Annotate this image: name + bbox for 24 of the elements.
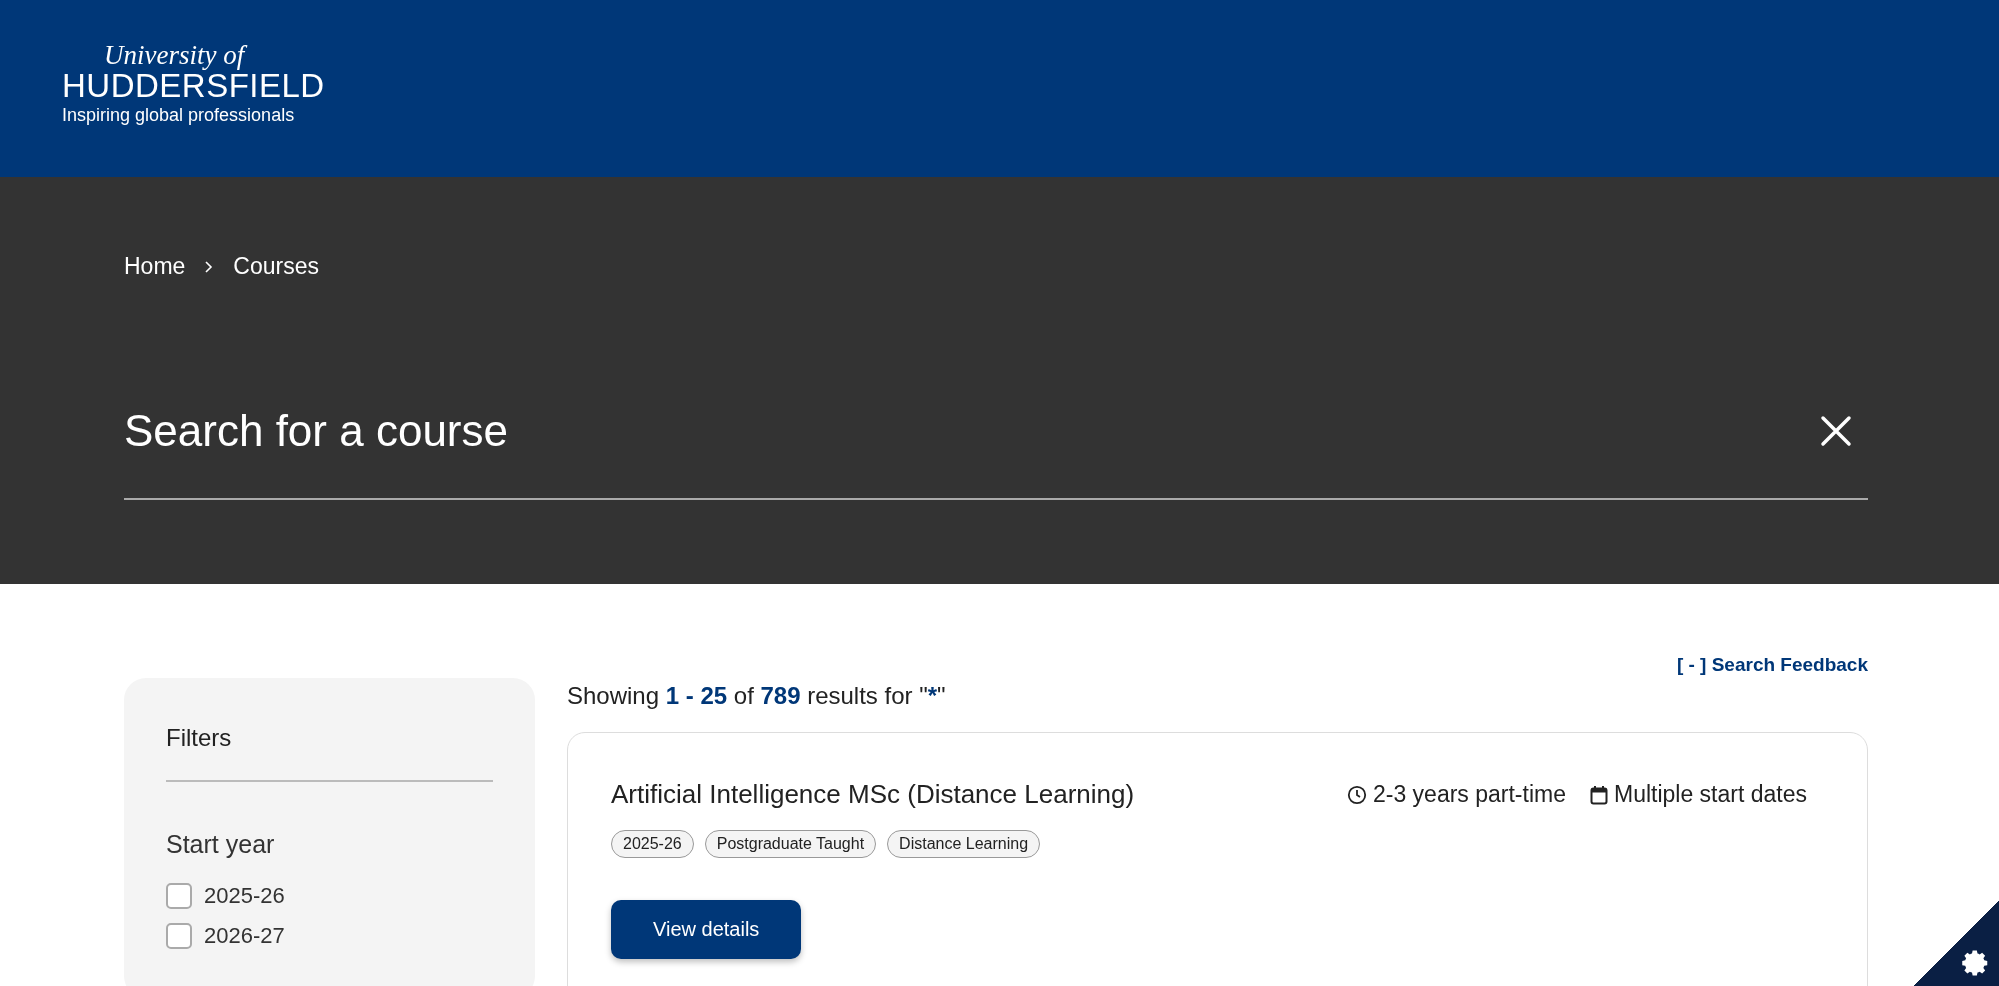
course-title: Artificial Intelligence MSc (Distance Learning): [611, 779, 1135, 810]
course-tag: Postgraduate Taught: [704, 830, 877, 858]
checkbox[interactable]: [166, 883, 192, 909]
search-feedback-link[interactable]: [ - ] Search Feedback: [1676, 654, 1868, 676]
results-summary: Showing 1 - 25 of 789 results for "*": [567, 682, 946, 710]
search-field[interactable]: Search for a course: [124, 406, 1820, 456]
course-tag: Distance Learning: [887, 830, 1041, 858]
chevron-icon: [205, 260, 214, 273]
logo-text: HUDDERSFIELD: [62, 69, 325, 104]
course-duration: 2-3 years part-time: [1372, 781, 1566, 808]
logo-tagline: Inspiring global professionals: [62, 103, 295, 127]
calendar-icon: [1589, 784, 1608, 805]
checkbox-label: 2025-26: [204, 883, 285, 909]
filters-title: Filters: [166, 724, 233, 752]
view-details-button[interactable]: View details: [611, 900, 802, 959]
close-icon[interactable]: [1820, 415, 1852, 447]
checkbox-label: 2026-27: [204, 923, 285, 949]
checkbox[interactable]: [166, 923, 192, 949]
clock-icon: [1346, 784, 1367, 805]
course-tag: 2025-26: [611, 830, 694, 858]
breadcrumb-link[interactable]: Courses: [233, 253, 319, 280]
course-start: Multiple start dates: [1613, 781, 1807, 808]
filter-group-title: Start year: [166, 830, 276, 859]
breadcrumb-link[interactable]: Home: [124, 253, 186, 280]
